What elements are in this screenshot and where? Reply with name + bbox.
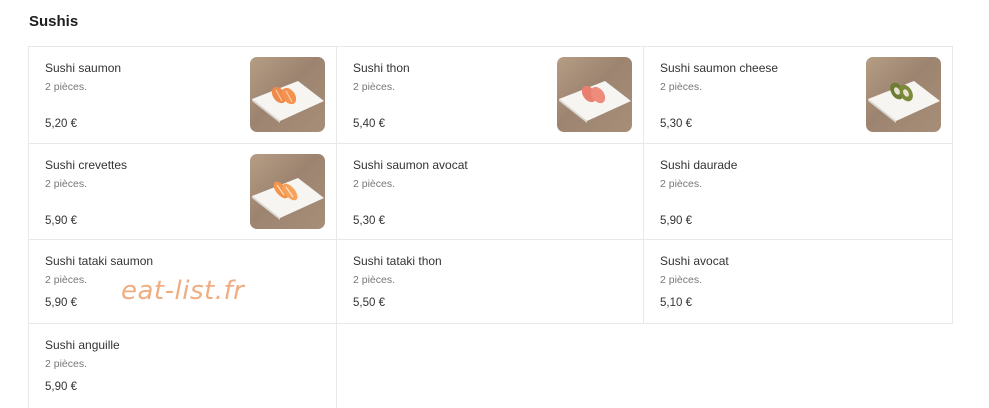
menu-item-card[interactable]: Sushi crevettes 2 pièces. 5,90 € [29, 144, 337, 240]
item-photo[interactable] [250, 154, 325, 229]
item-price: 5,90 € [45, 381, 77, 393]
item-price: 5,30 € [660, 118, 692, 130]
menu-item-card[interactable]: Sushi saumon 2 pièces. 5,20 € [29, 47, 337, 144]
item-photo[interactable] [557, 57, 632, 132]
item-name: Sushi avocat [660, 254, 729, 268]
section-title: Sushis [29, 13, 79, 30]
item-description: 2 pièces. [660, 274, 703, 286]
item-description: 2 pièces. [353, 178, 396, 190]
menu-item-card[interactable]: Sushi tataki thon 2 pièces. 5,50 € [337, 240, 644, 324]
item-price: 5,30 € [353, 215, 385, 227]
menu-item-card[interactable]: Sushi saumon cheese 2 pièces. 5,30 € [644, 47, 953, 144]
empty-grid-cell [337, 324, 644, 408]
item-description: 2 pièces. [353, 274, 396, 286]
item-price: 5,20 € [45, 118, 77, 130]
item-name: Sushi thon [353, 61, 410, 75]
item-name: Sushi anguille [45, 338, 120, 352]
item-description: 2 pièces. [45, 274, 88, 286]
sushi-shrimp-image [252, 178, 324, 220]
item-price: 5,90 € [45, 215, 77, 227]
item-description: 2 pièces. [660, 81, 703, 93]
menu-item-card[interactable]: Sushi thon 2 pièces. 5,40 € [337, 47, 644, 144]
item-price: 5,40 € [353, 118, 385, 130]
empty-grid-cell [644, 324, 953, 408]
item-name: Sushi tataki saumon [45, 254, 154, 268]
item-description: 2 pièces. [45, 81, 88, 93]
item-name: Sushi saumon cheese [660, 61, 779, 75]
sushi-salmon-image [252, 81, 324, 123]
item-photo[interactable] [250, 57, 325, 132]
item-name: Sushi daurade [660, 158, 738, 172]
item-price: 5,90 € [45, 297, 77, 309]
item-description: 2 pièces. [660, 178, 703, 190]
item-price: 5,50 € [353, 297, 385, 309]
menu-item-card[interactable]: Sushi avocat 2 pièces. 5,10 € [644, 240, 953, 324]
item-description: 2 pièces. [45, 358, 88, 370]
watermark: eat-list.fr [121, 276, 245, 306]
menu-item-card[interactable]: Sushi daurade 2 pièces. 5,90 € [644, 144, 953, 240]
menu-item-card[interactable]: Sushi anguille 2 pièces. 5,90 € [29, 324, 337, 408]
menu-grid: Sushi saumon 2 pièces. 5,20 € Sushi thon… [28, 46, 953, 408]
item-name: Sushi crevettes [45, 158, 128, 172]
sushi-avocado-roll-image [868, 81, 940, 123]
item-price: 5,90 € [660, 215, 692, 227]
sushi-tuna-image [559, 81, 631, 123]
item-description: 2 pièces. [45, 178, 88, 190]
item-name: Sushi saumon avocat [353, 158, 468, 172]
item-price: 5,10 € [660, 297, 692, 309]
item-name: Sushi saumon [45, 61, 122, 75]
item-photo[interactable] [866, 57, 941, 132]
item-name: Sushi tataki thon [353, 254, 442, 268]
item-description: 2 pièces. [353, 81, 396, 93]
menu-item-card[interactable]: Sushi saumon avocat 2 pièces. 5,30 € [337, 144, 644, 240]
